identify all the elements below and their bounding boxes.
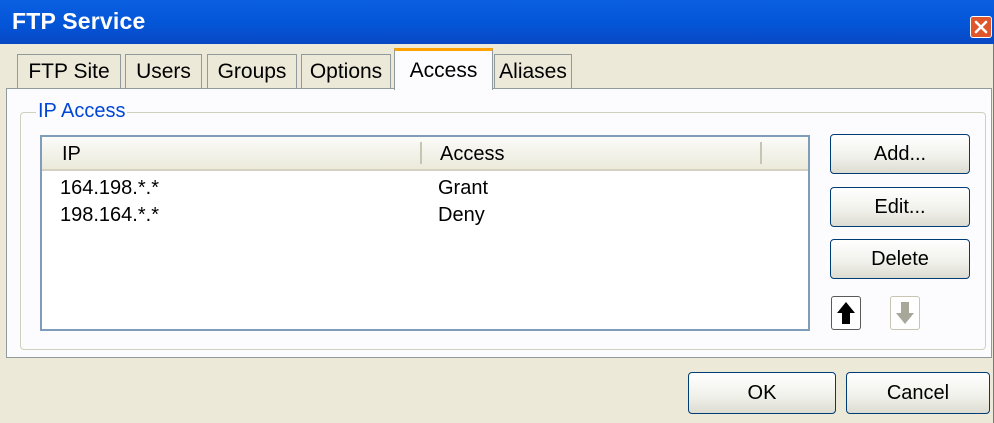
ftp-service-dialog: FTP Service FTP Site Users Groups Option… [0, 0, 994, 423]
title-bar[interactable]: FTP Service [0, 0, 994, 44]
tab-groups[interactable]: Groups [207, 54, 297, 88]
list-header: IP Access [42, 137, 808, 171]
delete-button[interactable]: Delete [830, 239, 970, 279]
access-cell: Grant [438, 177, 489, 199]
ip-access-list[interactable]: IP Access 164.198.*.* Grant 198.164.*.* … [40, 135, 810, 331]
ip-cell: 164.198.*.* [60, 177, 159, 199]
column-divider[interactable] [420, 142, 422, 164]
arrow-up-icon [837, 302, 855, 324]
tab-users[interactable]: Users [125, 54, 202, 88]
move-down-button[interactable] [890, 296, 920, 330]
add-button[interactable]: Add... [830, 134, 970, 174]
ip-cell: 198.164.*.* [60, 204, 159, 226]
tab-ftp-site[interactable]: FTP Site [17, 54, 121, 88]
arrow-down-icon [896, 302, 914, 324]
column-divider[interactable] [760, 142, 762, 164]
list-item[interactable]: 164.198.*.* Grant [42, 177, 808, 203]
ok-button[interactable]: OK [688, 372, 836, 414]
column-header-ip[interactable]: IP [62, 143, 81, 166]
close-icon [974, 20, 988, 34]
tab-access[interactable]: Access [394, 48, 493, 90]
edit-button[interactable]: Edit... [830, 187, 970, 227]
close-button[interactable] [970, 16, 992, 38]
tab-options[interactable]: Options [301, 54, 391, 88]
ip-access-group-label: IP Access [36, 100, 128, 123]
cancel-button[interactable]: Cancel [846, 372, 990, 414]
tab-aliases[interactable]: Aliases [494, 54, 572, 88]
list-item[interactable]: 198.164.*.* Deny [42, 204, 808, 230]
window-title: FTP Service [12, 8, 146, 34]
column-header-access[interactable]: Access [440, 143, 504, 166]
move-up-button[interactable] [831, 296, 861, 330]
access-cell: Deny [438, 204, 485, 226]
